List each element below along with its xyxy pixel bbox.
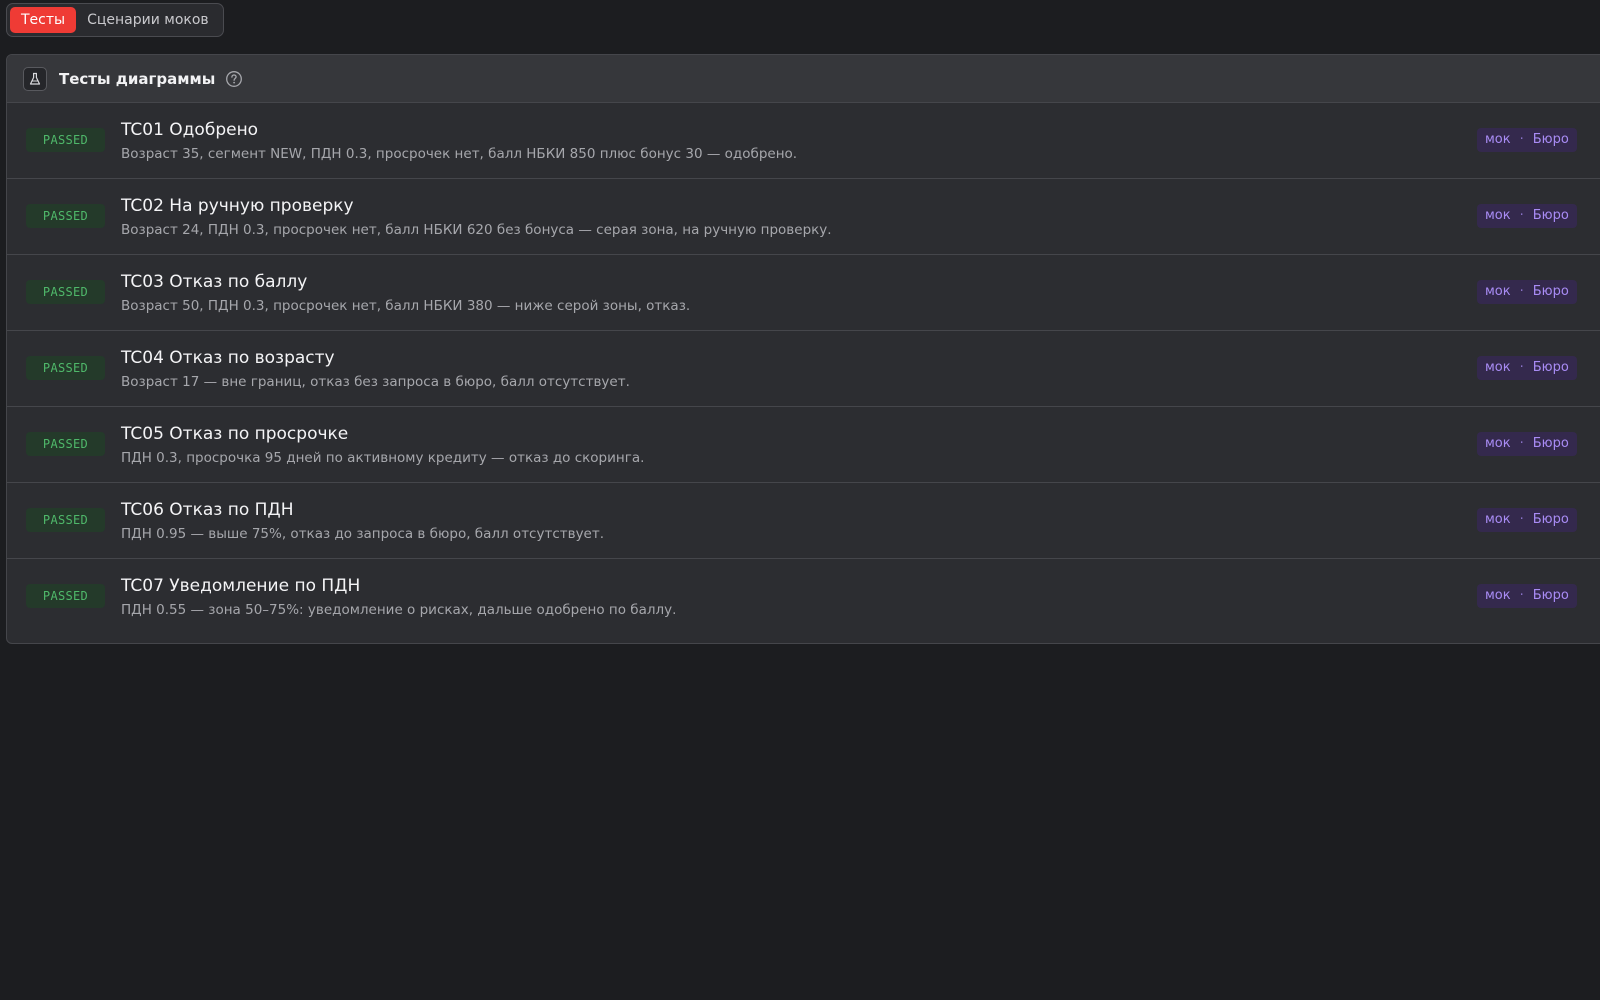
test-info: TC06 Отказ по ПДН ПДН 0.95 — выше 75%, о… [121, 499, 604, 544]
test-row[interactable]: PASSED TC02 На ручную проверку Возраст 2… [7, 179, 1600, 255]
tag-bureau: Бюро [1532, 284, 1569, 299]
tag-mock: мок [1485, 360, 1511, 375]
test-info: TC07 Уведомление по ПДН ПДН 0.55 — зона … [121, 575, 676, 620]
source-tag: мок · Бюро [1477, 128, 1577, 152]
test-title: TC03 Отказ по баллу [121, 272, 308, 292]
source-tag: мок · Бюро [1477, 584, 1577, 608]
source-tag: мок · Бюро [1477, 432, 1577, 456]
tag-bureau: Бюро [1532, 360, 1569, 375]
tag-mock: мок [1485, 588, 1511, 603]
test-row[interactable]: PASSED TC04 Отказ по возрасту Возраст 17… [7, 331, 1600, 407]
test-info: TC02 На ручную проверку Возраст 24, ПДН … [121, 195, 832, 240]
source-tag: мок · Бюро [1477, 356, 1577, 380]
test-description: ПДН 0.55 — зона 50–75%: уведомление о ри… [121, 602, 677, 618]
test-description: Возраст 24, ПДН 0.3, просрочек нет, балл… [121, 222, 832, 238]
test-description: ПДН 0.95 — выше 75%, отказ до запроса в … [121, 526, 605, 542]
tag-mock: мок [1485, 208, 1511, 223]
test-info: TC05 Отказ по просрочке ПДН 0.3, просроч… [121, 423, 644, 468]
status-badge: PASSED [26, 432, 105, 456]
tag-separator: · [1519, 284, 1524, 299]
test-info: TC01 Одобрено Возраст 35, сегмент NEW, П… [121, 119, 797, 164]
tag-bureau: Бюро [1532, 132, 1569, 147]
tag-separator: · [1519, 360, 1524, 375]
test-description: Возраст 35, сегмент NEW, ПДН 0.3, просро… [121, 146, 798, 162]
test-info: TC03 Отказ по баллу Возраст 50, ПДН 0.3,… [121, 271, 690, 316]
tag-separator: · [1519, 512, 1524, 527]
source-tag: мок · Бюро [1477, 280, 1577, 304]
panel-header: Тесты диаграммы [7, 55, 1600, 103]
test-description: Возраст 17 — вне границ, отказ без запро… [121, 374, 630, 390]
tests-panel: Тесты диаграммы PASSED TC01 Одобрено Воз… [6, 54, 1600, 644]
tag-mock: мок [1485, 436, 1511, 451]
test-row[interactable]: PASSED TC01 Одобрено Возраст 35, сегмент… [7, 103, 1600, 179]
source-tag: мок · Бюро [1477, 508, 1577, 532]
tag-bureau: Бюро [1532, 588, 1569, 603]
test-description: ПДН 0.3, просрочка 95 дней по активному … [121, 450, 645, 466]
test-row[interactable]: PASSED TC07 Уведомление по ПДН ПДН 0.55 … [7, 559, 1600, 635]
question-circle-icon[interactable] [225, 70, 243, 88]
status-badge: PASSED [26, 356, 105, 380]
test-row[interactable]: PASSED TC05 Отказ по просрочке ПДН 0.3, … [7, 407, 1600, 483]
test-row[interactable]: PASSED TC06 Отказ по ПДН ПДН 0.95 — выше… [7, 483, 1600, 559]
status-badge: PASSED [26, 128, 105, 152]
tag-bureau: Бюро [1532, 436, 1569, 451]
status-badge: PASSED [26, 204, 105, 228]
test-info: TC04 Отказ по возрасту Возраст 17 — вне … [121, 347, 630, 392]
test-description: Возраст 50, ПДН 0.3, просрочек нет, балл… [121, 298, 691, 314]
tag-separator: · [1519, 436, 1524, 451]
test-title: TC06 Отказ по ПДН [121, 500, 294, 520]
status-badge: PASSED [26, 584, 105, 608]
tag-bureau: Бюро [1532, 208, 1569, 223]
test-row[interactable]: PASSED TC03 Отказ по баллу Возраст 50, П… [7, 255, 1600, 331]
test-title: TC05 Отказ по просрочке [121, 424, 349, 444]
source-tag: мок · Бюро [1477, 204, 1577, 228]
test-title: TC01 Одобрено [121, 120, 259, 140]
status-badge: PASSED [26, 508, 105, 532]
page: Тесты Сценарии моков Тесты диаграммы PAS… [0, 0, 1600, 1000]
tag-mock: мок [1485, 512, 1511, 527]
tag-separator: · [1519, 588, 1524, 603]
tag-separator: · [1519, 132, 1524, 147]
status-badge: PASSED [26, 280, 105, 304]
test-title: TC04 Отказ по возрасту [121, 348, 335, 368]
tag-mock: мок [1485, 284, 1511, 299]
flask-icon [23, 66, 47, 91]
test-title: TC07 Уведомление по ПДН [121, 576, 361, 596]
tab-tests[interactable]: Тесты [10, 7, 77, 33]
tab-mock-scenarios[interactable]: Сценарии моков [76, 7, 220, 33]
test-title: TC02 На ручную проверку [121, 196, 354, 216]
panel-title: Тесты диаграммы [59, 69, 216, 88]
tab-switcher: Тесты Сценарии моков [6, 3, 224, 37]
tag-bureau: Бюро [1532, 512, 1569, 527]
tag-mock: мок [1485, 132, 1511, 147]
tag-separator: · [1519, 208, 1524, 223]
